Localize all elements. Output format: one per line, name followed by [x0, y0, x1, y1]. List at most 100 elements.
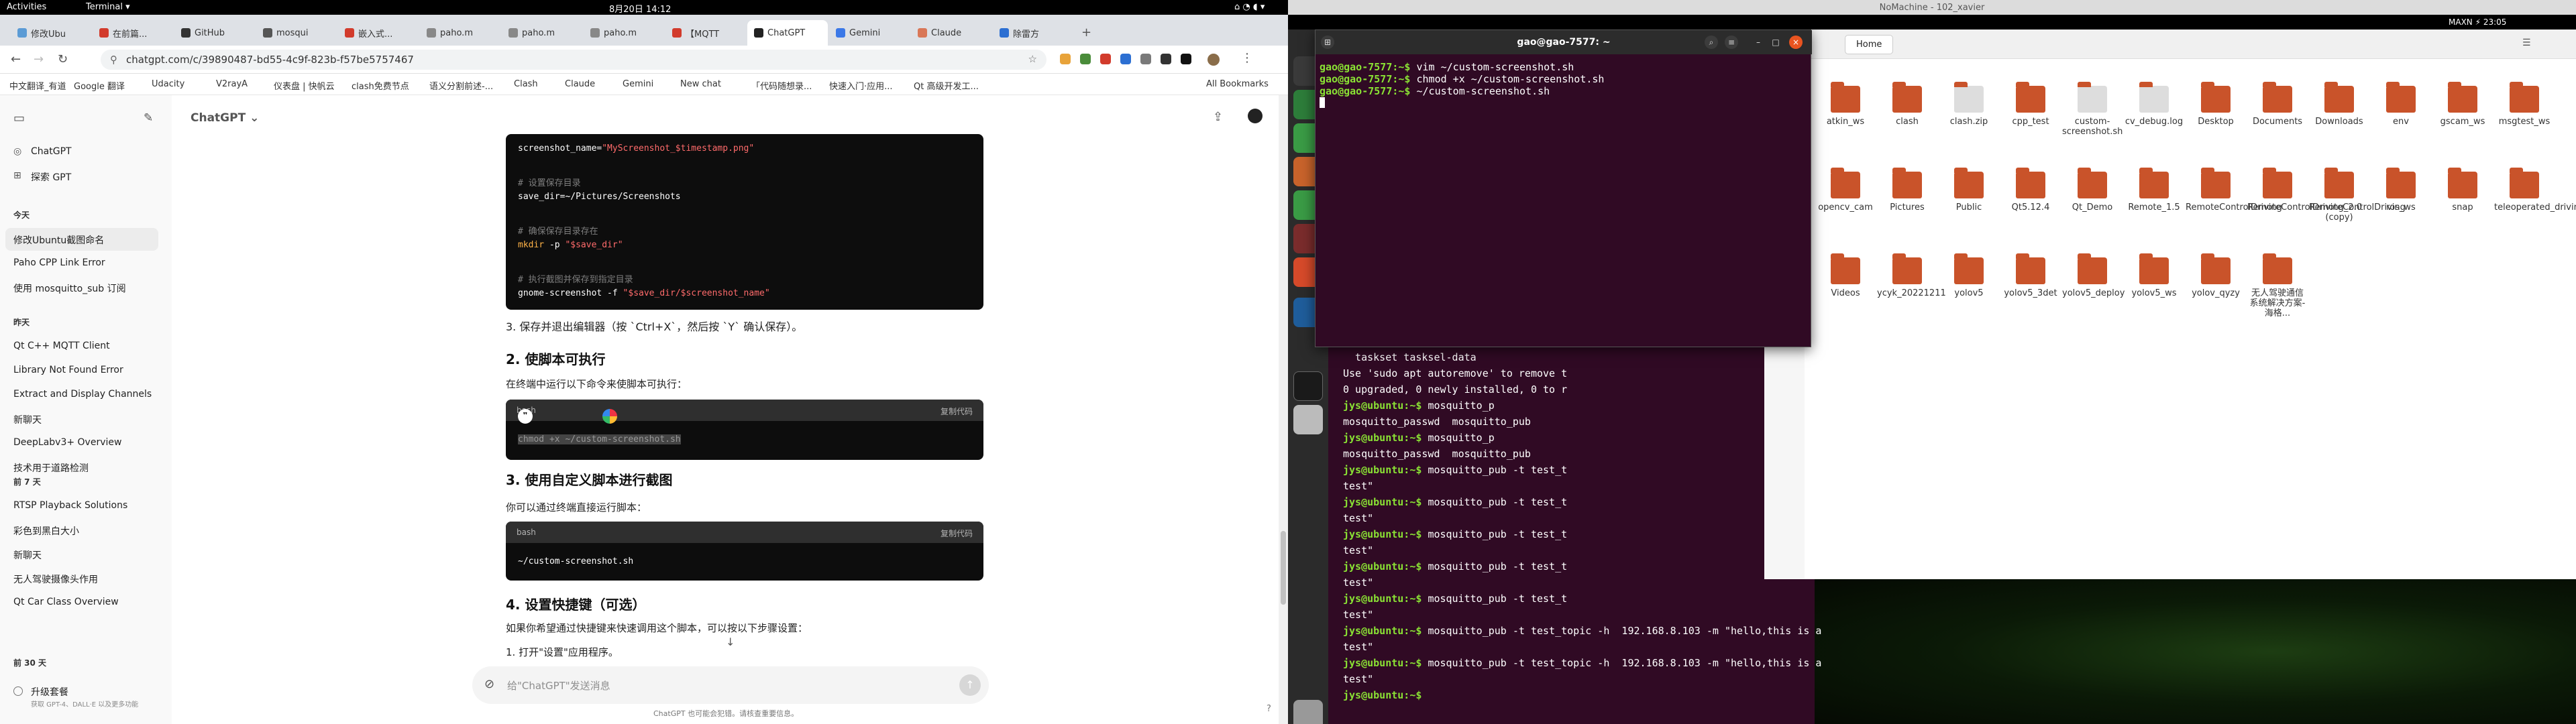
- browser-tab[interactable]: ChatGPT: [747, 20, 828, 46]
- sidebar-chat-item[interactable]: Paho CPP Link Error: [13, 257, 105, 268]
- bookmark-item[interactable]: Google 翻译: [74, 79, 125, 92]
- send-button[interactable]: ↑: [959, 674, 981, 696]
- sidebar-chat-item[interactable]: 技术用于道路检测: [13, 461, 89, 475]
- home-crumb[interactable]: Home: [1845, 35, 1894, 54]
- browser-tab[interactable]: Gemini: [829, 20, 910, 46]
- file-item[interactable]: Remote_1.5: [2124, 168, 2184, 213]
- file-item[interactable]: yolov5: [1939, 253, 1999, 298]
- file-item[interactable]: clash.zip: [1939, 82, 1999, 127]
- extension-icon[interactable]: [1100, 54, 1111, 64]
- bookmark-item[interactable]: clash免费节点: [352, 79, 409, 92]
- search-icon[interactable]: ⌕: [1705, 36, 1718, 49]
- sidebar-chat-item[interactable]: Qt Car Class Overview: [13, 597, 119, 607]
- file-item[interactable]: msgtest_ws: [2494, 82, 2555, 127]
- new-tab-icon[interactable]: ⊞: [1321, 36, 1334, 49]
- file-item[interactable]: atkin_ws: [1815, 82, 1876, 127]
- browser-tab[interactable]: GitHub: [174, 20, 255, 46]
- browser-tab[interactable]: mosqui: [256, 20, 337, 46]
- remote-tray[interactable]: MAXN ⚡ 23:05: [2449, 17, 2506, 27]
- bookmark-item[interactable]: Clash: [514, 79, 538, 89]
- browser-tab[interactable]: 在前篇...: [93, 20, 173, 46]
- sidebar-chat-item[interactable]: Qt C++ MQTT Client: [13, 341, 110, 351]
- bookmark-item[interactable]: Gemini: [623, 79, 653, 89]
- profile-avatar[interactable]: [1208, 54, 1220, 66]
- sidebar-chat-item[interactable]: 使用 mosquitto_sub 订阅: [13, 282, 126, 295]
- file-item[interactable]: Desktop: [2186, 82, 2246, 127]
- sidebar-toggle-icon[interactable]: ▭: [13, 111, 25, 125]
- scroll-down-icon[interactable]: ↓: [726, 636, 735, 648]
- copy-code-button[interactable]: 复制代码: [941, 406, 973, 417]
- file-item[interactable]: snap: [2432, 168, 2493, 213]
- file-item[interactable]: Videos: [1815, 253, 1876, 298]
- quote-icon[interactable]: ❞: [518, 409, 533, 424]
- scrollbar-thumb[interactable]: [1281, 531, 1286, 605]
- file-item[interactable]: clash: [1877, 82, 1937, 127]
- file-item[interactable]: Public: [1939, 168, 1999, 213]
- site-info-icon[interactable]: ⚲: [110, 54, 117, 66]
- browser-tab[interactable]: 【MQTT: [665, 20, 746, 46]
- upgrade-icon[interactable]: [13, 686, 23, 696]
- sidebar-chat-item[interactable]: 修改Ubuntu截图命名: [13, 233, 104, 247]
- file-item[interactable]: Qt_Demo: [2062, 168, 2123, 213]
- assistant-icon[interactable]: [602, 409, 617, 424]
- file-item[interactable]: opencv_cam: [1815, 168, 1876, 213]
- new-chat-icon[interactable]: ✎: [144, 111, 153, 125]
- help-icon[interactable]: ?: [1267, 704, 1271, 714]
- forward-icon[interactable]: →: [34, 52, 44, 66]
- sidebar-chat-item[interactable]: RTSP Playback Solutions: [13, 500, 127, 511]
- file-item[interactable]: RemoteControlDriving_2.0: [2247, 168, 2362, 213]
- sidebar-nav-item[interactable]: ChatGPT: [31, 146, 72, 157]
- system-tray[interactable]: ⌂ ◔ ◖ ▾: [1234, 2, 1265, 12]
- extension-icon[interactable]: [1181, 54, 1191, 64]
- file-item[interactable]: env: [2371, 82, 2431, 127]
- extension-icon[interactable]: [1060, 54, 1071, 64]
- dock-terminal-icon[interactable]: [1293, 371, 1323, 401]
- sidebar-chat-item[interactable]: Library Not Found Error: [13, 365, 123, 375]
- sidebar-chat-item[interactable]: 无人驾驶摄像头作用: [13, 572, 98, 586]
- extension-icon[interactable]: [1120, 54, 1131, 64]
- maximize-icon[interactable]: □: [1769, 36, 1782, 49]
- bookmark-item[interactable]: Udacity: [152, 79, 184, 89]
- bookmark-item[interactable]: 语义分割前述-...: [429, 79, 493, 92]
- bookmark-item[interactable]: 「代码随想录...: [751, 79, 812, 92]
- new-tab-icon[interactable]: +: [1081, 25, 1091, 40]
- sidebar-chat-item[interactable]: 彩色到黑白大小: [13, 524, 79, 538]
- browser-tab[interactable]: paho.m: [502, 20, 582, 46]
- file-item[interactable]: gscam_ws: [2432, 82, 2493, 127]
- remote-terminal[interactable]: taskset tasksel-data Use 'sudo apt autore…: [1328, 342, 1821, 724]
- bookmark-item[interactable]: 中文翻译_有道: [9, 79, 66, 92]
- file-item[interactable]: yolov5_ws: [2124, 253, 2184, 298]
- file-item[interactable]: RemoteControlDriving (copy): [2309, 168, 2406, 223]
- view-toggle-icon[interactable]: ☰: [2522, 38, 2531, 48]
- sidebar-chat-item[interactable]: 新聊天: [13, 548, 42, 562]
- menu-icon[interactable]: ≡: [1725, 36, 1738, 49]
- attach-icon[interactable]: ⊘: [484, 677, 494, 691]
- file-item[interactable]: Pictures: [1877, 168, 1937, 213]
- file-item[interactable]: Documents: [2247, 82, 2308, 127]
- browser-tab[interactable]: 除雷方: [993, 20, 1073, 46]
- back-icon[interactable]: ←: [11, 52, 21, 66]
- dock-trash-icon[interactable]: [1293, 700, 1323, 724]
- dock-app-icon[interactable]: [1293, 405, 1323, 434]
- browser-tab[interactable]: 修改Ubu: [11, 20, 91, 46]
- file-item[interactable]: cpp_test: [2000, 82, 2061, 127]
- bookmark-item[interactable]: V2rayA: [216, 79, 248, 89]
- user-avatar[interactable]: [1248, 109, 1263, 123]
- file-item[interactable]: custom-screenshot.sh: [2062, 82, 2123, 137]
- clock[interactable]: 8月20日 14:12: [609, 2, 671, 15]
- url-field[interactable]: ⚲ chatgpt.com/c/39890487-bd55-4c9f-823b-…: [101, 50, 1046, 70]
- minimize-icon[interactable]: –: [1752, 36, 1765, 49]
- share-icon[interactable]: ⇪: [1213, 110, 1223, 124]
- file-item[interactable]: teleoperated_driving: [2494, 168, 2576, 213]
- scrollbar[interactable]: [1279, 95, 1288, 724]
- bookmark-item[interactable]: Claude: [565, 79, 595, 89]
- activities-button[interactable]: Activities: [7, 2, 46, 12]
- browser-tab[interactable]: 嵌入式...: [338, 20, 419, 46]
- browser-tab[interactable]: paho.m: [584, 20, 664, 46]
- close-icon[interactable]: ×: [1789, 36, 1803, 49]
- file-item[interactable]: ros_ws: [2371, 168, 2431, 213]
- file-item[interactable]: ycyk_20221211: [1877, 253, 1946, 298]
- model-selector[interactable]: ChatGPT ⌄: [191, 111, 259, 125]
- file-item[interactable]: cv_debug.log: [2124, 82, 2184, 127]
- message-composer[interactable]: ⊘ 给"ChatGPT"发送消息 ↑: [472, 666, 989, 704]
